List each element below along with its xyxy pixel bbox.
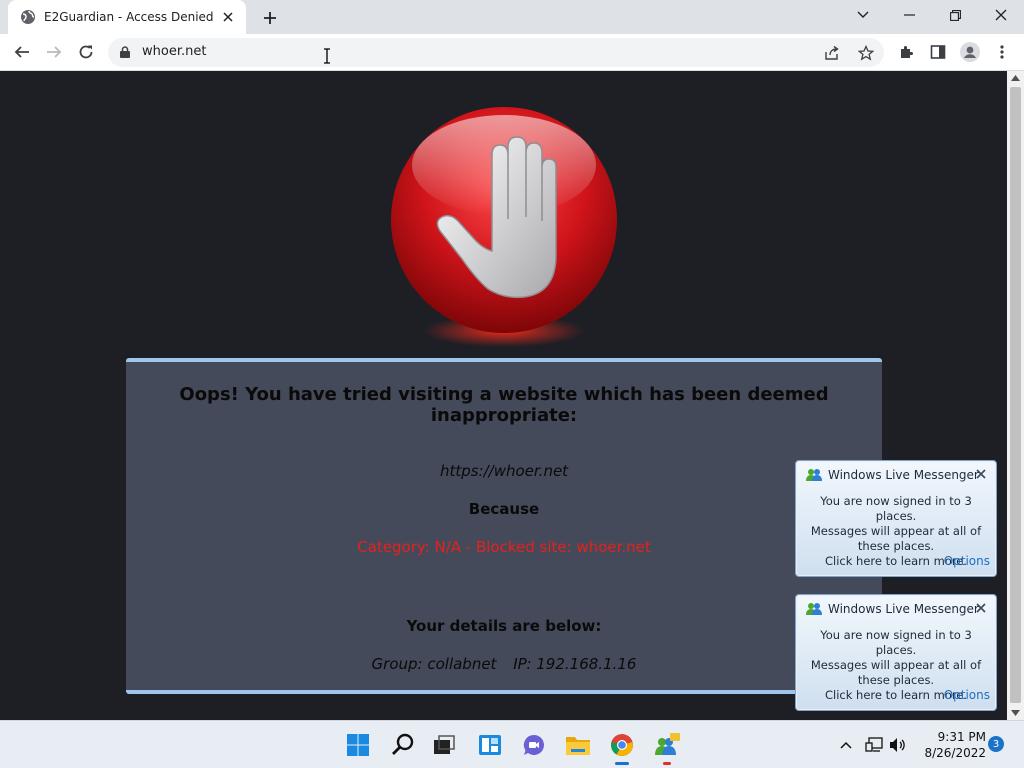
notification-line: Messages will appear at all of these pla… xyxy=(810,524,982,553)
ip-value: IP: 192.168.1.16 xyxy=(513,655,637,673)
chat-icon[interactable] xyxy=(518,729,550,761)
messenger-attention-indicator xyxy=(663,762,671,765)
share-icon[interactable] xyxy=(822,43,842,63)
extensions-icon[interactable] xyxy=(892,38,920,66)
access-denied-panel: Oops! You have tried visiting a website … xyxy=(126,358,882,694)
stop-hand-logo xyxy=(384,103,624,363)
task-view-icon[interactable] xyxy=(428,729,460,761)
messenger-notification[interactable]: Windows Live Messenger You are now signe… xyxy=(795,594,997,711)
chrome-active-indicator xyxy=(615,762,629,765)
system-clock[interactable]: 9:31 PM 8/26/2022 xyxy=(912,729,986,761)
user-details: Group: collabnet IP: 192.168.1.16 xyxy=(126,655,882,673)
notification-line: Messages will appear at all of these pla… xyxy=(810,658,982,687)
volume-icon[interactable] xyxy=(888,735,908,755)
scroll-down-icon[interactable] xyxy=(1011,710,1020,716)
restore-button[interactable] xyxy=(932,0,978,30)
lock-icon[interactable] xyxy=(118,45,132,59)
side-panel-icon[interactable] xyxy=(924,38,952,66)
notification-options-link[interactable]: Options xyxy=(944,554,990,568)
clock-time: 9:31 PM xyxy=(937,730,986,744)
text-cursor-icon xyxy=(324,48,330,64)
clock-date: 8/26/2022 xyxy=(924,746,986,760)
menu-kebab-icon[interactable] xyxy=(988,38,1016,66)
chrome-icon[interactable] xyxy=(606,729,638,765)
profile-avatar-icon[interactable] xyxy=(956,38,984,66)
address-bar[interactable]: whoer.net xyxy=(108,38,884,67)
tab-title: E2Guardian - Access Denied xyxy=(44,10,214,24)
scrollbar-thumb[interactable] xyxy=(1010,87,1021,703)
file-explorer-icon[interactable] xyxy=(562,729,594,761)
notification-line: You are now signed in to 3 places. xyxy=(820,628,972,657)
tab-close-icon[interactable] xyxy=(220,9,236,25)
close-window-button[interactable] xyxy=(978,0,1024,30)
widgets-icon[interactable] xyxy=(474,729,506,761)
browser-toolbar: whoer.net xyxy=(0,34,1024,71)
messenger-notification[interactable]: Windows Live Messenger You are now signe… xyxy=(795,460,997,577)
minimize-button[interactable] xyxy=(886,0,932,30)
start-icon[interactable] xyxy=(342,729,374,761)
messenger-buddy-icon xyxy=(806,469,822,481)
forward-button[interactable] xyxy=(40,38,68,66)
search-icon[interactable] xyxy=(387,729,419,761)
messenger-icon[interactable] xyxy=(651,729,683,765)
vertical-scrollbar[interactable] xyxy=(1007,71,1024,720)
notification-close-icon[interactable] xyxy=(975,602,987,614)
new-tab-button[interactable] xyxy=(258,6,282,30)
address-text[interactable]: whoer.net xyxy=(142,44,206,59)
windows-taskbar: 9:31 PM 8/26/2022 xyxy=(0,720,1024,768)
notification-app-name: Windows Live Messenger xyxy=(828,468,979,482)
bookmark-star-icon[interactable] xyxy=(856,43,876,63)
notification-header: Windows Live Messenger xyxy=(806,468,979,482)
tab-strip: E2Guardian - Access Denied xyxy=(0,0,1024,34)
group-value: Group: collabnet xyxy=(371,655,497,673)
because-label: Because xyxy=(468,500,540,518)
tab-active[interactable]: E2Guardian - Access Denied xyxy=(8,0,246,34)
globe-icon xyxy=(21,10,35,24)
network-icon[interactable] xyxy=(864,735,884,755)
chevron-up-icon[interactable] xyxy=(836,735,856,755)
denied-headline: Oops! You have tried visiting a website … xyxy=(179,384,829,426)
notification-line: You are now signed in to 3 places. xyxy=(820,494,972,523)
notification-options-link[interactable]: Options xyxy=(944,688,990,702)
scroll-up-icon[interactable] xyxy=(1011,75,1020,81)
notification-app-name: Windows Live Messenger xyxy=(828,602,979,616)
blocked-url: https://whoer.net xyxy=(439,462,569,480)
details-label: Your details are below: xyxy=(406,617,602,635)
messenger-buddy-icon xyxy=(806,603,822,615)
notification-header: Windows Live Messenger xyxy=(806,602,979,616)
tab-search-icon[interactable] xyxy=(840,0,886,30)
reload-button[interactable] xyxy=(72,38,100,66)
back-button[interactable] xyxy=(8,38,36,66)
block-reason: Category: N/A - Blocked site: whoer.net xyxy=(357,538,651,556)
notification-close-icon[interactable] xyxy=(975,468,987,480)
notification-count-badge[interactable]: 3 xyxy=(988,736,1004,752)
